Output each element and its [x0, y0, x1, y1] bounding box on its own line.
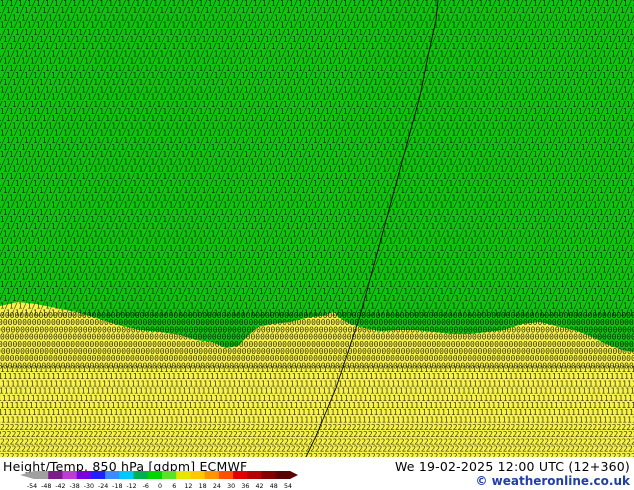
- map-footer: Height/Temp. 850 hPa [gdpm] ECMWF We 19-…: [0, 457, 634, 490]
- scale-swatch: [275, 471, 291, 479]
- scale-tick-label: -48: [41, 483, 51, 490]
- scale-tick-label: 0: [158, 483, 162, 490]
- scale-swatch: [261, 471, 277, 479]
- scale-swatch: [48, 471, 63, 479]
- scale-tick-label: 18: [199, 483, 207, 490]
- scale-tick-label: 54: [284, 483, 292, 490]
- scale-tick-label: 30: [227, 483, 235, 490]
- scale-swatch: [34, 471, 49, 479]
- scale-swatch: [218, 471, 234, 479]
- scale-swatch: [176, 471, 191, 479]
- valid-time: We 19-02-2025 12:00 UTC (12+360): [394, 459, 630, 474]
- scale-tick-label: -38: [70, 483, 80, 490]
- scale-tick-label: 42: [256, 483, 264, 490]
- scale-tick-label: -6: [143, 483, 149, 490]
- scale-swatch: [105, 471, 120, 479]
- map-view[interactable]: 1/1/1/1/1/1/1/1/1/1/1/1/1/1/1/1/1/1/1/1/…: [0, 0, 634, 457]
- scale-tick-label: 48: [270, 483, 278, 490]
- scale-tick-label: 12: [184, 483, 192, 490]
- color-scale-legend: -54 -48 -42 -38 -30 -24 -18 -12 -6 0 6 12 18 24 30 36 42…: [20, 471, 298, 490]
- scale-arrow-left: [20, 471, 34, 479]
- map-canvas: 1/1/1/1/1/1/1/1/1/1/1/1/1/1/1/1/1/1/1/1/…: [0, 0, 634, 457]
- scale-tick-label: 36: [241, 483, 249, 490]
- scale-tick-label: 24: [213, 483, 221, 490]
- scale-swatch: [90, 471, 106, 479]
- scale-arrow-right: [290, 471, 298, 479]
- scale-swatch: [119, 471, 135, 479]
- scale-swatch: [204, 471, 220, 479]
- scale-tick-label: -42: [55, 483, 65, 490]
- scale-swatch: [76, 471, 92, 479]
- scale-tick-label: -12: [126, 483, 136, 490]
- scale-swatch: [62, 471, 78, 479]
- scale-tick-label: -24: [98, 483, 108, 490]
- value-glyph-layer: 1/1/1/1/1/1/1/1/1/1/1/1/1/1/1/1/1/1/1/1/…: [0, 0, 634, 457]
- scale-swatch: [162, 471, 177, 479]
- scale-tick-label: -30: [84, 483, 94, 490]
- scale-swatch: [147, 471, 163, 479]
- scale-tick-label: 6: [172, 483, 176, 490]
- scale-swatch: [190, 471, 206, 479]
- scale-swatch: [233, 471, 248, 479]
- scale-tick-label: -54: [27, 483, 37, 490]
- brand-link[interactable]: © weatheronline.co.uk: [475, 474, 630, 488]
- scale-swatch: [247, 471, 263, 479]
- scale-tick-label: -18: [112, 483, 122, 490]
- scale-swatch: [133, 471, 149, 479]
